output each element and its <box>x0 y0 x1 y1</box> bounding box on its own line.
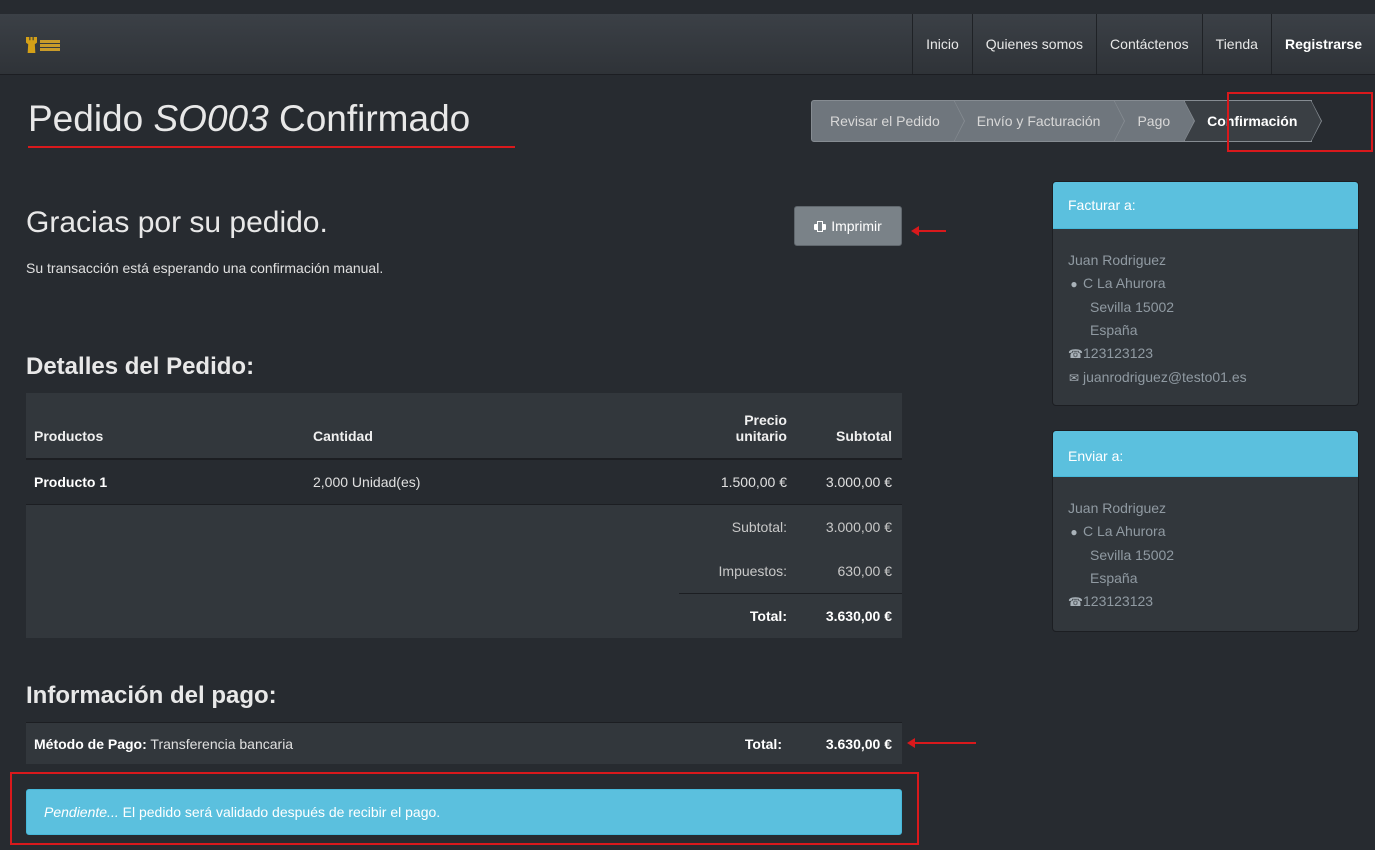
shipping-name: Juan Rodriguez <box>1068 500 1167 516</box>
billing-street: C La Ahurora <box>1083 275 1166 291</box>
billing-country: España <box>1090 322 1138 338</box>
envelope-icon: ✉ <box>1068 371 1080 385</box>
shipping-phone: 123123123 <box>1083 593 1154 609</box>
subtotal-label: Subtotal: <box>679 504 797 549</box>
billing-name: Juan Rodriguez <box>1068 252 1167 268</box>
col-products: Productos <box>26 393 305 460</box>
subtotal-row: Subtotal: 3.000,00 € <box>26 504 902 549</box>
site-logo[interactable] <box>26 36 62 54</box>
col-subtotal: Subtotal <box>797 393 902 460</box>
order-details-heading: Detalles del Pedido: <box>26 353 255 380</box>
print-button[interactable]: Imprimir <box>794 206 902 246</box>
billing-phone: 123123123 <box>1083 345 1154 361</box>
shipping-panel: Enviar a: Juan Rodriguez ● C La Ahurora S… <box>1052 430 1359 632</box>
shipping-street-line: ● C La Ahurora <box>1068 520 1343 544</box>
annotation-arrow-total <box>907 738 976 748</box>
payment-total-label: Total: <box>744 735 782 752</box>
annotation-underline <box>28 146 515 148</box>
navbar: Inicio Quienes somos Contáctenos Tienda … <box>0 14 1375 75</box>
billing-email-line: ✉ juanrodriguez@testo01.es <box>1068 366 1343 390</box>
printer-icon <box>814 220 827 232</box>
taxes-row: Impuestos: 630,00 € <box>26 549 902 594</box>
billing-address: Juan Rodriguez ● C La Ahurora Sevilla 150… <box>1053 229 1358 390</box>
col-quantity: Cantidad <box>305 393 679 460</box>
phone-icon: ☎ <box>1068 595 1083 609</box>
billing-phone-line: ☎123123123 <box>1068 342 1343 366</box>
thanks-heading: Gracias por su pedido. <box>26 206 328 239</box>
billing-header: Facturar a: <box>1053 182 1358 229</box>
nav-quienes-somos[interactable]: Quienes somos <box>971 14 1096 74</box>
title-suffix: Confirmado <box>278 98 471 139</box>
billing-street-line: ● C La Ahurora <box>1068 272 1343 296</box>
billing-city: Sevilla 15002 <box>1090 299 1175 315</box>
payment-method-label: Método de Pago: <box>34 735 147 752</box>
table-row: Producto 1 2,000 Unidad(es) 1.500,00 € 3… <box>26 459 902 505</box>
map-marker-icon: ● <box>1070 277 1078 291</box>
order-table: Productos Cantidad Precio unitario Subtot… <box>26 393 902 638</box>
page-title: Pedido SO003 Confirmado <box>28 98 470 140</box>
phone-icon: ☎ <box>1068 347 1083 361</box>
print-label: Imprimir <box>831 218 882 234</box>
product-name: Producto 1 <box>26 459 305 505</box>
total-row: Total: 3.630,00 € <box>26 593 902 638</box>
nav-registrarse[interactable]: Registrarse <box>1270 14 1375 74</box>
shipping-street: C La Ahurora <box>1083 523 1166 539</box>
taxes-value: 630,00 € <box>797 549 902 594</box>
tower-icon <box>26 37 37 53</box>
shipping-city: Sevilla 15002 <box>1090 547 1175 563</box>
annotation-arrow-print <box>911 226 946 236</box>
product-subtotal: 3.000,00 € <box>797 459 902 505</box>
wizard-step-review[interactable]: Revisar el Pedido <box>811 100 965 142</box>
nav-tienda[interactable]: Tienda <box>1201 14 1271 74</box>
shipping-address: Juan Rodriguez ● C La Ahurora Sevilla 150… <box>1053 477 1358 614</box>
annotation-box-wizard <box>1227 92 1373 152</box>
payment-method: Método de Pago: Transferencia bancaria <box>34 736 293 752</box>
shipping-header: Enviar a: <box>1053 431 1358 477</box>
payment-info-heading: Información del pago: <box>26 682 277 709</box>
total-value: 3.630,00 € <box>797 593 902 638</box>
order-number: SO003 <box>153 98 269 139</box>
total-label: Total: <box>679 593 797 638</box>
payment-row: Método de Pago: Transferencia bancaria T… <box>26 722 902 764</box>
nav-contactenos[interactable]: Contáctenos <box>1096 14 1202 74</box>
map-marker-icon: ● <box>1070 525 1078 539</box>
subtotal-value: 3.000,00 € <box>797 504 902 549</box>
wizard-step-shipping[interactable]: Envío y Facturación <box>954 100 1126 142</box>
billing-panel: Facturar a: Juan Rodriguez ● C La Ahurora… <box>1052 181 1359 406</box>
product-quantity: 2,000 Unidad(es) <box>305 459 679 505</box>
logo-text-mark <box>40 39 60 51</box>
shipping-country: España <box>1090 570 1138 586</box>
nav-inicio[interactable]: Inicio <box>912 14 972 74</box>
payment-total-value: 3.630,00 € <box>825 735 892 752</box>
col-unit-price: Precio unitario <box>679 393 797 460</box>
payment-method-value: Transferencia bancaria <box>150 735 294 752</box>
annotation-box-alert <box>10 772 919 845</box>
transaction-status: Su transacción está esperando una confir… <box>26 260 384 276</box>
billing-email: juanrodriguez@testo01.es <box>1083 369 1247 385</box>
product-unit-price: 1.500,00 € <box>679 459 797 505</box>
wizard-step-payment[interactable]: Pago <box>1115 100 1195 142</box>
main-nav: Inicio Quienes somos Contáctenos Tienda … <box>912 14 1375 74</box>
taxes-label: Impuestos: <box>679 549 797 594</box>
title-prefix: Pedido <box>28 98 144 139</box>
shipping-phone-line: ☎123123123 <box>1068 590 1343 614</box>
